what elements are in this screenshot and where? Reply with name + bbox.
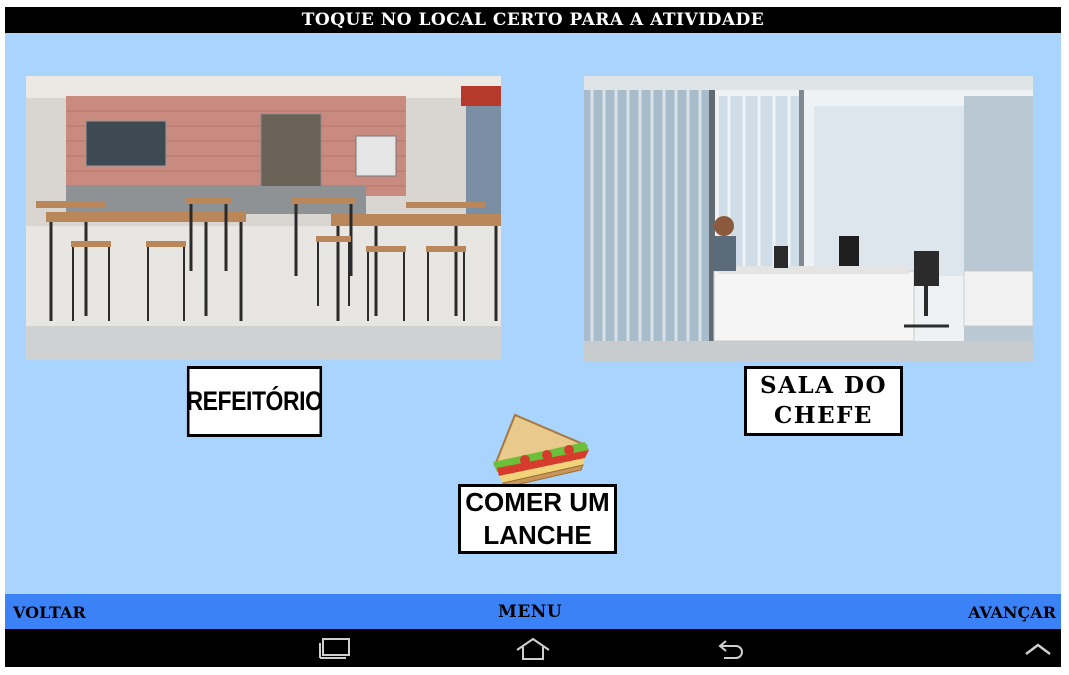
recents-icon[interactable] — [318, 637, 352, 663]
sala-do-chefe-option-label[interactable]: SALA DO CHEFE — [744, 366, 903, 436]
chevron-up-icon[interactable] — [1023, 641, 1053, 660]
page-title: TOQUE NO LOCAL CERTO PARA A ATIVIDADE — [5, 7, 1061, 33]
activity-stage: REFEITÓRIO SALA DO CHEFE COMER UM LANCHE — [5, 33, 1061, 594]
sandwich-icon — [485, 410, 593, 488]
menu-button[interactable]: MENU — [498, 594, 562, 631]
bottom-navigation: VOLTAR MENU AVANÇAR — [5, 594, 1061, 629]
cafeteria-photo[interactable] — [26, 76, 501, 360]
back-icon[interactable] — [716, 637, 746, 665]
refeitorio-option-label[interactable]: REFEITÓRIO — [186, 366, 323, 437]
boss-office-photo[interactable] — [584, 76, 1033, 361]
activity-label-comer-um-lanche: COMER UM LANCHE — [458, 484, 617, 554]
forward-button[interactable]: AVANÇAR — [968, 594, 1056, 631]
android-system-bar — [5, 629, 1061, 667]
home-icon[interactable] — [515, 637, 551, 665]
back-button[interactable]: VOLTAR — [13, 594, 86, 631]
